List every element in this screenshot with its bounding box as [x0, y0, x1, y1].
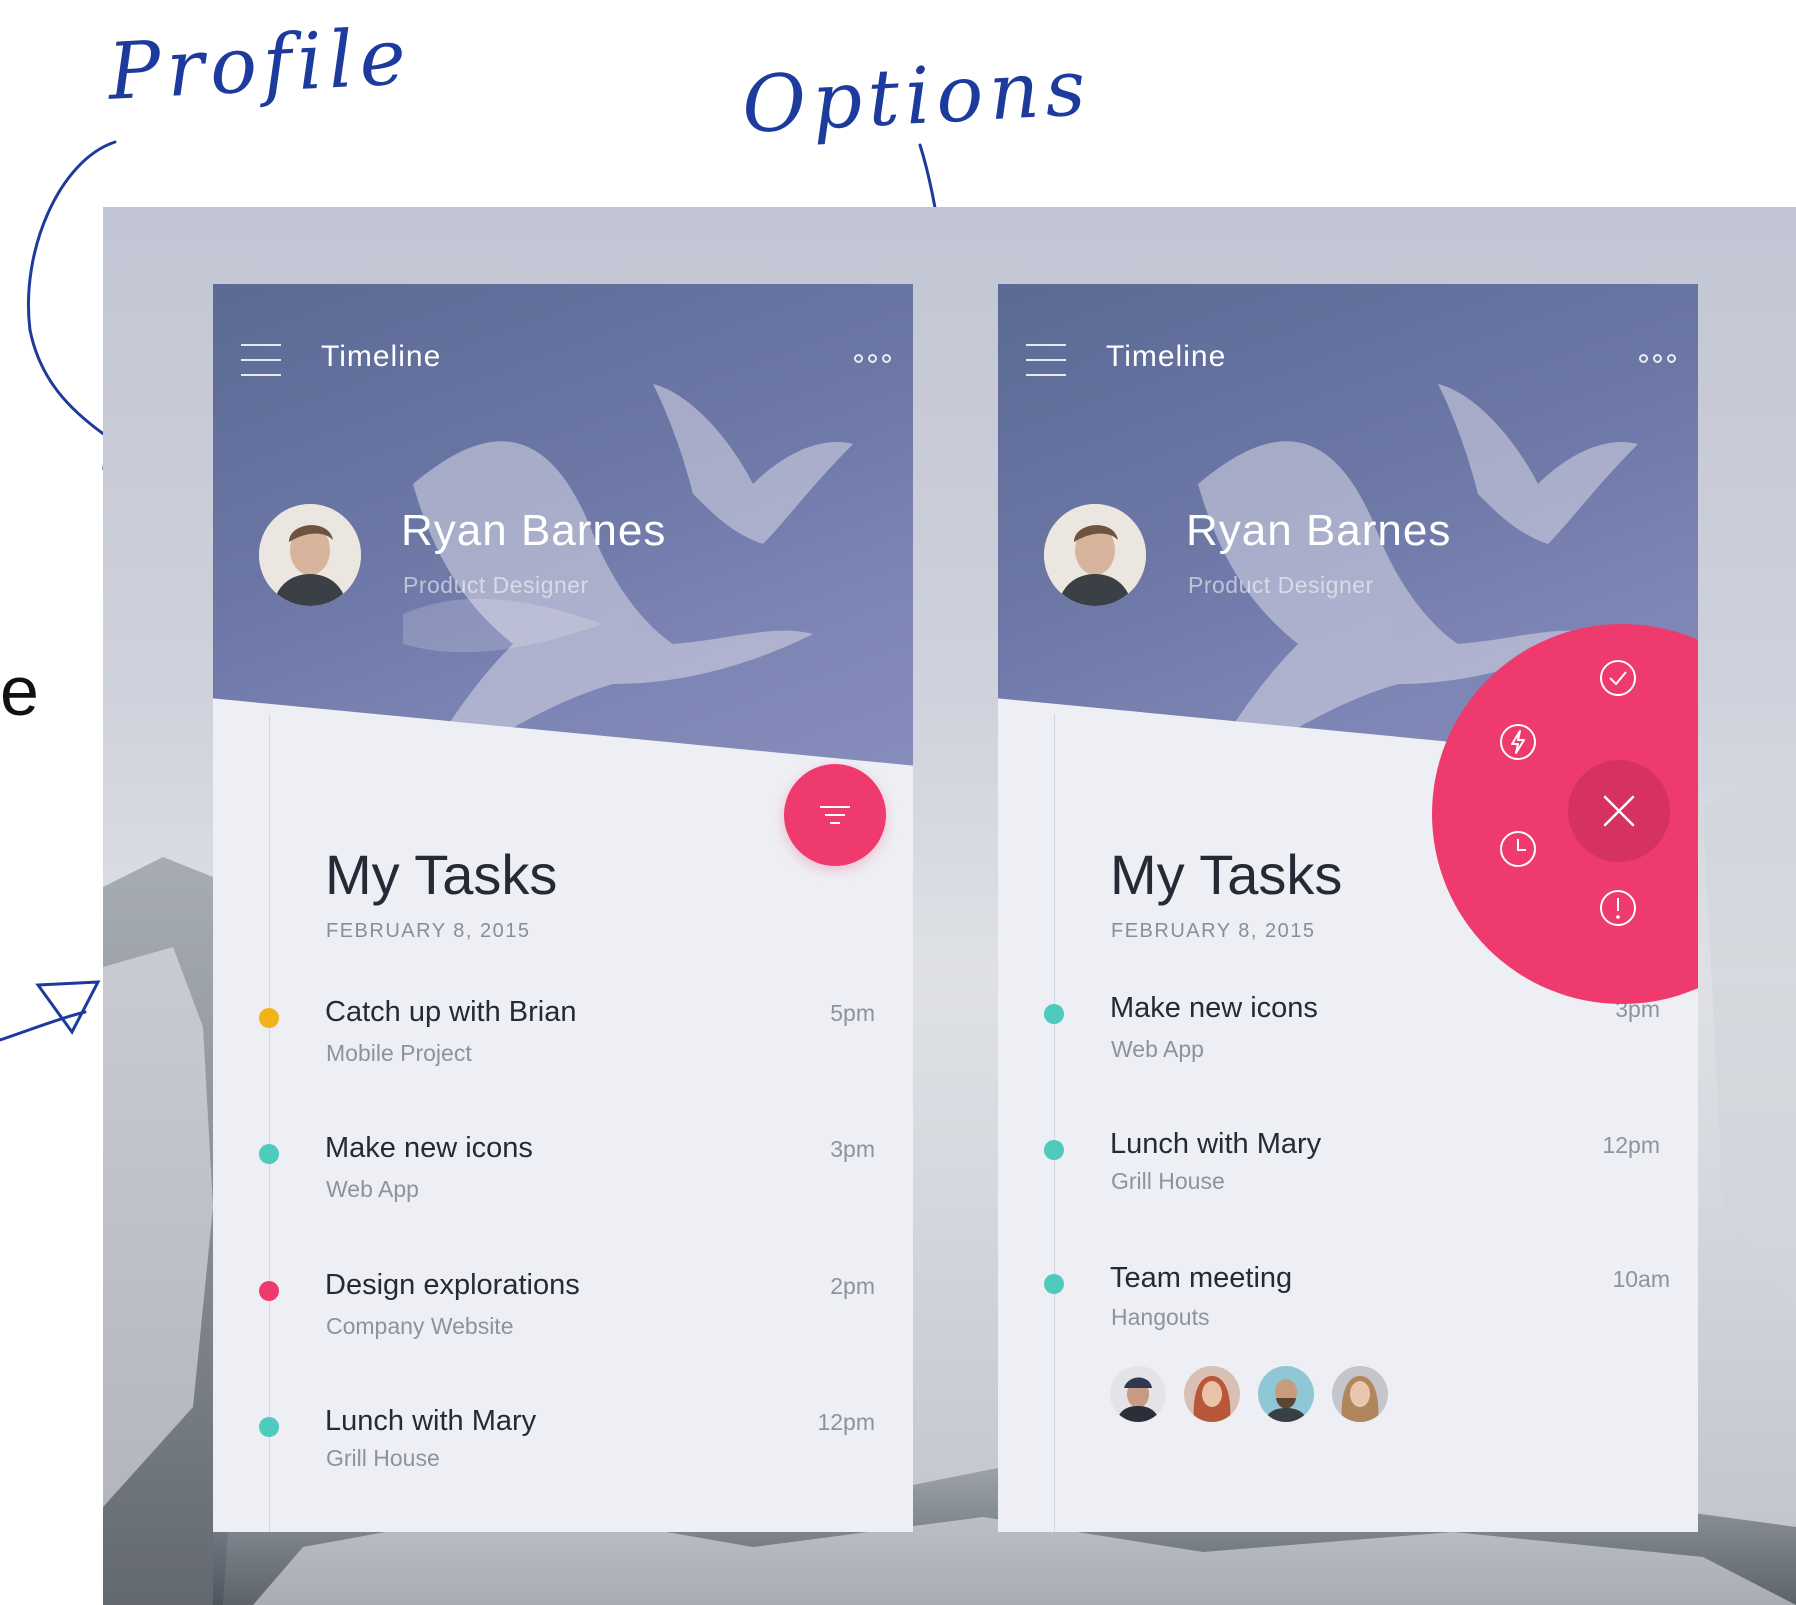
filter-icon — [820, 806, 850, 808]
profile-role: Product Designer — [1188, 572, 1374, 598]
hamburger-menu-icon[interactable] — [1026, 344, 1066, 376]
participants-avatars — [1110, 1366, 1388, 1422]
section-title: My Tasks — [325, 843, 558, 906]
section-date: FEBRUARY 8, 2015 — [326, 920, 531, 942]
options-annotation: Options — [739, 42, 1094, 152]
left-phone-screen: Timeline Ryan Barnes Product Designer My… — [213, 284, 913, 1532]
status-dot — [259, 1008, 279, 1028]
status-dot — [1044, 1004, 1064, 1024]
task-item[interactable]: Lunch with Mary Grill House 12pm — [998, 1128, 1698, 1228]
status-dot — [1044, 1274, 1064, 1294]
profile-avatar[interactable] — [259, 504, 361, 606]
timeline-line — [1054, 714, 1055, 1532]
task-time: 12pm — [817, 1409, 875, 1435]
section-date: FEBRUARY 8, 2015 — [1111, 920, 1316, 942]
alert-icon[interactable] — [1598, 888, 1638, 928]
task-item[interactable]: Team meeting Hangouts 10am — [998, 1262, 1698, 1362]
task-item[interactable]: Make new icons Web App 3pm — [998, 992, 1698, 1092]
status-dot — [259, 1144, 279, 1164]
task-project: Mobile Project — [326, 1040, 472, 1066]
task-item[interactable]: Catch up with Brian Mobile Project 5pm — [213, 996, 913, 1096]
lightning-icon[interactable] — [1498, 722, 1538, 762]
task-time: 12pm — [1602, 1132, 1660, 1158]
right-phone-screen: Timeline Ryan Barnes Product Designer My… — [998, 284, 1698, 1532]
more-options-icon[interactable] — [854, 354, 891, 363]
clock-icon[interactable] — [1498, 829, 1538, 869]
status-dot — [259, 1281, 279, 1301]
participant-avatar[interactable] — [1332, 1366, 1388, 1422]
filter-fab-button[interactable] — [784, 764, 886, 866]
svg-text:e: e — [0, 652, 39, 730]
participant-avatar[interactable] — [1110, 1366, 1166, 1422]
task-project: Web App — [1111, 1036, 1204, 1062]
participant-avatar[interactable] — [1258, 1366, 1314, 1422]
task-name: Make new icons — [325, 1132, 533, 1164]
profile-role: Product Designer — [403, 572, 589, 598]
task-name: Lunch with Mary — [325, 1405, 537, 1437]
profile-annotation: Profile — [105, 12, 414, 118]
check-icon[interactable] — [1598, 658, 1638, 698]
task-name: Team meeting — [1110, 1262, 1293, 1294]
section-title: My Tasks — [1110, 843, 1343, 906]
task-name: Design explorations — [325, 1269, 580, 1301]
profile-avatar[interactable] — [1044, 504, 1146, 606]
task-time: 10am — [1612, 1266, 1670, 1292]
task-name: Catch up with Brian — [325, 996, 577, 1028]
more-options-icon[interactable] — [1639, 354, 1676, 363]
task-project: Web App — [326, 1176, 419, 1202]
profile-hero: Timeline Ryan Barnes Product Designer — [213, 284, 913, 766]
header-title: Timeline — [1106, 340, 1227, 373]
task-name: Make new icons — [1110, 992, 1318, 1024]
hamburger-menu-icon[interactable] — [241, 344, 281, 376]
profile-name: Ryan Barnes — [1186, 506, 1452, 555]
participant-avatar[interactable] — [1184, 1366, 1240, 1422]
status-dot — [1044, 1140, 1064, 1160]
task-time: 2pm — [830, 1273, 875, 1299]
status-dot — [259, 1417, 279, 1437]
task-project: Hangouts — [1111, 1304, 1210, 1330]
close-menu-button[interactable] — [1568, 760, 1670, 862]
task-item[interactable]: Make new icons Web App 3pm — [213, 1132, 913, 1232]
task-name: Lunch with Mary — [1110, 1128, 1322, 1160]
profile-name: Ryan Barnes — [401, 506, 667, 555]
close-icon — [1603, 795, 1635, 827]
task-item[interactable]: Design explorations Company Website 2pm — [213, 1269, 913, 1369]
task-time: 3pm — [830, 1136, 875, 1162]
task-time: 5pm — [830, 1000, 875, 1026]
task-item[interactable]: Lunch with Mary Grill House 12pm — [213, 1405, 913, 1505]
task-project: Grill House — [326, 1445, 440, 1471]
task-project: Grill House — [1111, 1168, 1225, 1194]
header-title: Timeline — [321, 340, 442, 373]
task-project: Company Website — [326, 1313, 514, 1339]
